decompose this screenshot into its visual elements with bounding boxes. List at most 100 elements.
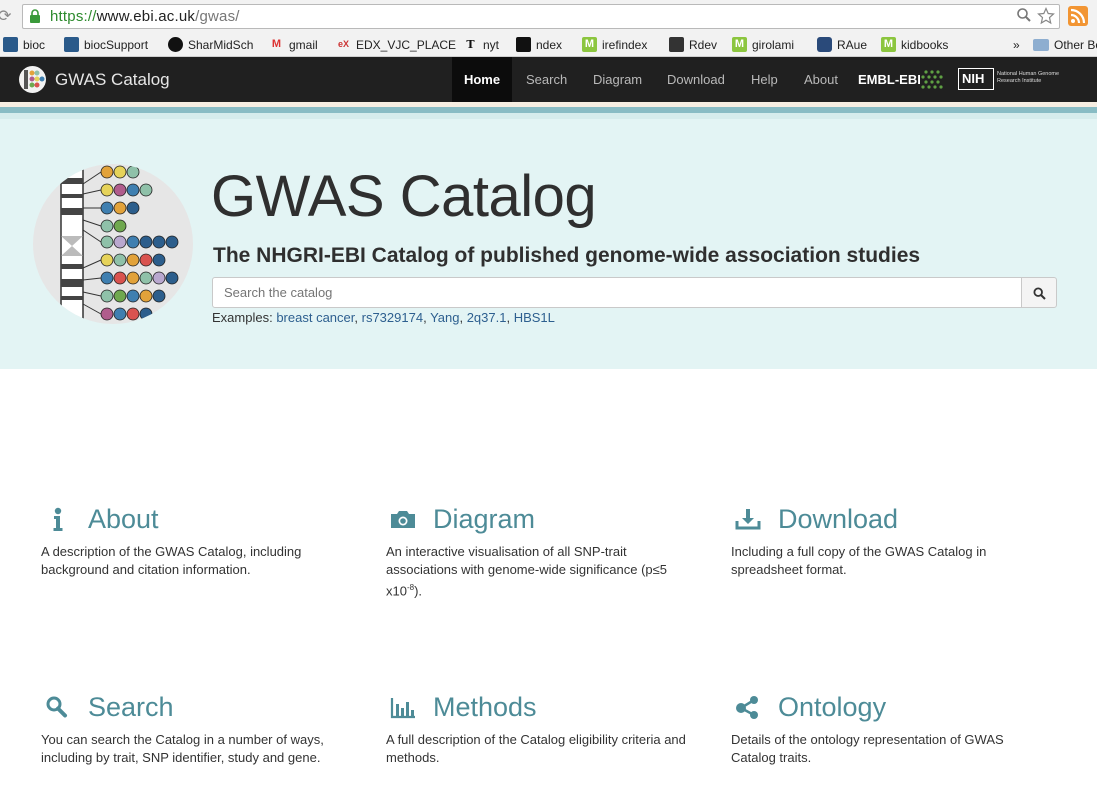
bookmarks-bar: bioc biocSupport SharMidSch M gmail eX E… bbox=[0, 32, 1097, 57]
tile-methods-desc: A full description of the Catalog eligib… bbox=[386, 732, 686, 765]
url-scheme: https:// bbox=[50, 8, 97, 25]
star-icon[interactable] bbox=[1037, 7, 1055, 26]
url-path: /gwas/ bbox=[195, 8, 240, 25]
embl-ebi-logo[interactable]: EMBL-EBI bbox=[858, 72, 921, 87]
reload-icon[interactable]: ⟳ bbox=[0, 6, 12, 26]
bookmark-icon: M bbox=[582, 37, 597, 52]
bookmark-icon bbox=[168, 37, 183, 52]
example-link[interactable]: Yang bbox=[430, 310, 459, 325]
bookmark-label: SharMidSch bbox=[188, 37, 254, 52]
browser-toolbar: ⟳ https://www.ebi.ac.uk/gwas/ bbox=[0, 0, 1097, 32]
nav-download[interactable]: Download bbox=[667, 57, 725, 102]
bookmark-icon: M bbox=[732, 37, 747, 52]
bookmark-label: irefindex bbox=[602, 37, 648, 52]
tile-download: Download Including a full copy of the GW… bbox=[731, 503, 1051, 579]
tile-about-desc: A description of the GWAS Catalog, inclu… bbox=[41, 544, 302, 577]
catalog-search-input[interactable] bbox=[212, 277, 1022, 308]
bookmark-bioc[interactable]: bioc bbox=[3, 36, 45, 53]
gmail-icon: M bbox=[271, 38, 282, 50]
nav-diagram[interactable]: Diagram bbox=[593, 57, 642, 102]
bookmark-girolami[interactable]: M girolami bbox=[732, 36, 794, 53]
bookmark-gmail[interactable]: M gmail bbox=[269, 36, 318, 53]
nav-help[interactable]: Help bbox=[751, 57, 778, 102]
bookmarks-overflow-button[interactable]: » bbox=[1013, 36, 1020, 53]
tile-search: Search You can search the Catalog in a n… bbox=[41, 691, 361, 767]
bookmark-ndex[interactable]: ndex bbox=[516, 36, 562, 53]
tile-search-desc: You can search the Catalog in a number o… bbox=[41, 732, 324, 765]
nyt-icon: T bbox=[466, 38, 475, 51]
search-examples: Examples: breast cancer, rs7329174, Yang… bbox=[212, 310, 555, 325]
gwas-hero-logo bbox=[33, 164, 193, 324]
other-bookmarks-folder[interactable]: Other Bo bbox=[1033, 36, 1097, 53]
hero-banner: GWAS Catalog The NHGRI-EBI Catalog of pu… bbox=[0, 119, 1097, 369]
bookmark-label: ndex bbox=[536, 37, 563, 52]
tile-ontology-title[interactable]: Ontology bbox=[778, 692, 886, 723]
bookmark-icon bbox=[516, 37, 531, 52]
example-link[interactable]: HBS1L bbox=[514, 310, 555, 325]
bookmark-label: girolami bbox=[752, 37, 795, 52]
url-host: www.ebi.ac.uk bbox=[96, 8, 196, 25]
bookmark-label: Rdev bbox=[689, 37, 718, 52]
site-navbar: GWAS Catalog Home Search Diagram Downloa… bbox=[0, 57, 1097, 102]
tile-diagram: Diagram An interactive visualisation of … bbox=[386, 503, 706, 600]
site-brand[interactable]: GWAS Catalog bbox=[55, 70, 170, 90]
examples-label: Examples: bbox=[212, 310, 273, 325]
bookmark-icon bbox=[669, 37, 684, 52]
folder-icon bbox=[1033, 38, 1049, 51]
bookmark-edx[interactable]: eX EDX_VJC_PLACE bbox=[336, 36, 456, 53]
nih-caption: National Human Genome Research Institute bbox=[997, 71, 1060, 84]
address-bar[interactable]: https://www.ebi.ac.uk/gwas/ bbox=[22, 4, 1060, 29]
tile-download-desc: Including a full copy of the GWAS Catalo… bbox=[731, 544, 987, 577]
rss-icon[interactable] bbox=[1068, 6, 1088, 26]
bookmark-biocsupport[interactable]: biocSupport bbox=[64, 36, 148, 53]
bookmark-sharmidsch[interactable]: SharMidSch bbox=[168, 36, 253, 53]
bookmark-icon bbox=[817, 37, 832, 52]
camera-icon bbox=[391, 511, 415, 528]
bookmark-icon bbox=[3, 37, 18, 52]
info-icon bbox=[53, 507, 63, 531]
tile-about: About A description of the GWAS Catalog,… bbox=[41, 503, 361, 579]
bookmark-nyt[interactable]: T nyt bbox=[463, 36, 499, 53]
tile-diagram-title[interactable]: Diagram bbox=[433, 504, 535, 535]
bookmark-label: gmail bbox=[289, 37, 318, 52]
gwas-logo-icon[interactable] bbox=[19, 66, 46, 93]
bookmark-icon: M bbox=[881, 37, 896, 52]
example-link[interactable]: breast cancer bbox=[276, 310, 354, 325]
nav-about[interactable]: About bbox=[804, 57, 838, 102]
catalog-search-form bbox=[212, 277, 1057, 308]
tile-methods-title[interactable]: Methods bbox=[433, 692, 537, 723]
tile-download-title[interactable]: Download bbox=[778, 504, 898, 535]
tile-diagram-desc: An interactive visualisation of all SNP-… bbox=[386, 543, 686, 600]
download-icon bbox=[735, 509, 761, 530]
tile-diagram-desc-text: An interactive visualisation of all SNP-… bbox=[386, 544, 667, 599]
bookmark-kidbooks[interactable]: M kidbooks bbox=[881, 36, 948, 53]
hero-title: GWAS Catalog bbox=[211, 164, 597, 229]
tile-ontology: Ontology Details of the ontology represe… bbox=[731, 691, 1051, 767]
bar-chart-icon bbox=[390, 698, 415, 719]
overflow-label: » bbox=[1013, 37, 1020, 52]
search-icon bbox=[46, 696, 67, 718]
tile-about-title[interactable]: About bbox=[88, 504, 159, 535]
bookmark-irefindex[interactable]: M irefindex bbox=[582, 36, 647, 53]
share-icon bbox=[736, 696, 758, 719]
bookmark-label: biocSupport bbox=[84, 37, 149, 52]
example-link[interactable]: rs7329174 bbox=[362, 310, 423, 325]
nav-home[interactable]: Home bbox=[452, 57, 512, 102]
nih-logo[interactable]: NIH bbox=[958, 68, 994, 90]
example-link[interactable]: 2q37.1 bbox=[467, 310, 507, 325]
zoom-icon[interactable] bbox=[1015, 7, 1033, 26]
search-button[interactable] bbox=[1021, 277, 1057, 308]
bookmark-rdev[interactable]: Rdev bbox=[669, 36, 717, 53]
bookmark-raue[interactable]: RAue bbox=[817, 36, 867, 53]
tile-diagram-desc-end: ). bbox=[414, 583, 423, 599]
tile-methods: Methods A full description of the Catalo… bbox=[386, 691, 706, 767]
url-text: https://www.ebi.ac.uk/gwas/ bbox=[50, 8, 240, 25]
bookmark-label: kidbooks bbox=[901, 37, 949, 52]
tile-search-title[interactable]: Search bbox=[88, 692, 174, 723]
bookmark-label: bioc bbox=[23, 37, 46, 52]
bookmark-label: nyt bbox=[483, 37, 500, 52]
hero-subtitle: The NHGRI-EBI Catalog of published genom… bbox=[213, 244, 921, 267]
embl-hex-icon bbox=[921, 70, 943, 89]
edx-icon: eX bbox=[337, 39, 349, 49]
nav-search[interactable]: Search bbox=[526, 57, 567, 102]
